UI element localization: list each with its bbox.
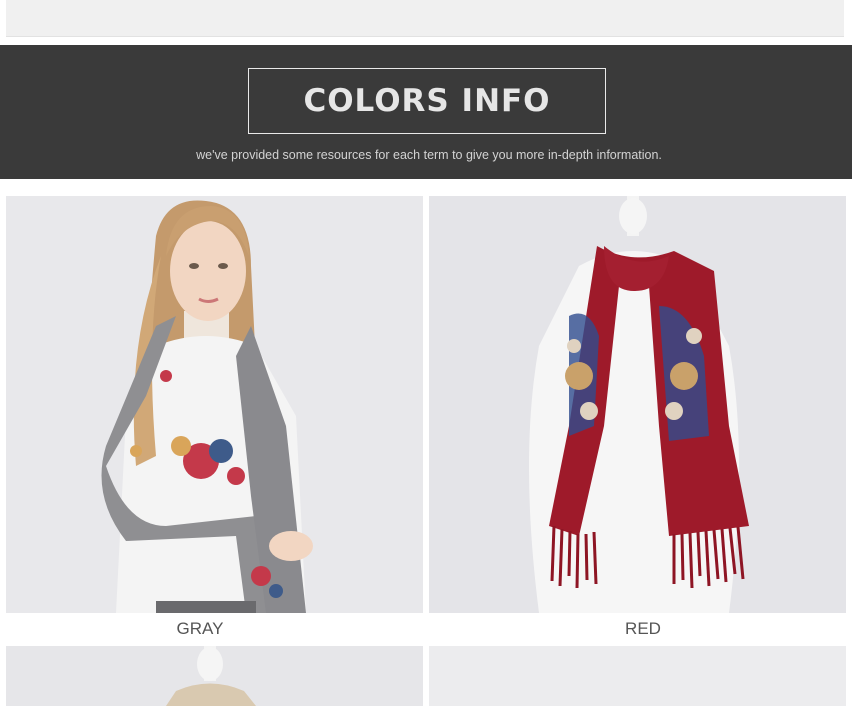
beige-scarf-illustration xyxy=(6,646,423,706)
banner-title-box: COLORS INFO xyxy=(248,68,606,134)
next-product-illustration xyxy=(429,646,846,706)
product-image-beige[interactable] xyxy=(6,646,423,706)
banner-subtitle: we've provided some resources for each t… xyxy=(196,148,662,162)
previous-section-image xyxy=(6,0,844,37)
product-label-gray: GRAY xyxy=(176,619,224,638)
gray-model-illustration xyxy=(6,196,423,613)
product-image-red[interactable] xyxy=(429,196,846,613)
colors-info-banner: COLORS INFO we've provided some resource… xyxy=(0,45,852,179)
product-image-gray[interactable] xyxy=(6,196,423,613)
product-image-next[interactable] xyxy=(429,646,846,706)
banner-title: COLORS INFO xyxy=(303,83,551,119)
product-label-red: RED xyxy=(625,619,661,638)
red-scarf-illustration xyxy=(429,196,846,613)
